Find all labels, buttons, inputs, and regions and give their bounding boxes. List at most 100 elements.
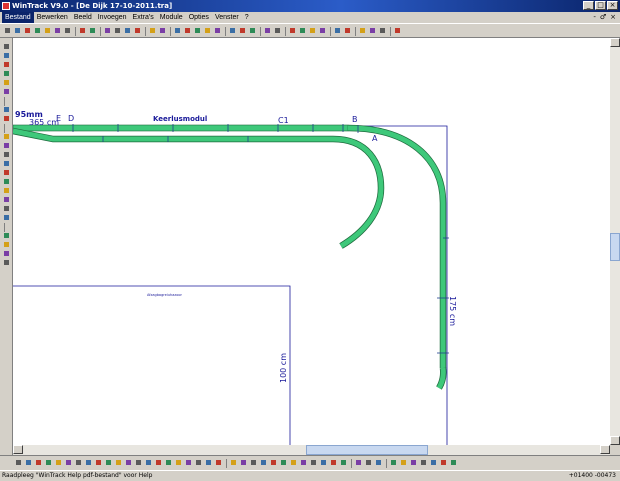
- track-icon[interactable]: [173, 26, 182, 35]
- tree-icon[interactable]: [2, 186, 11, 194]
- doc-restore-button[interactable]: ♂: [600, 12, 606, 23]
- symbol-icon[interactable]: [2, 159, 11, 167]
- module-icon[interactable]: [343, 26, 352, 35]
- menu-extra-s[interactable]: Extra's: [130, 12, 157, 23]
- layer-icon[interactable]: [299, 458, 308, 467]
- tree-icon[interactable]: [2, 195, 11, 203]
- doc-minimize-button[interactable]: -: [593, 12, 596, 23]
- module-icon[interactable]: [333, 26, 342, 35]
- menu-help[interactable]: ?: [242, 12, 252, 23]
- print-icon[interactable]: [33, 26, 42, 35]
- help-icon[interactable]: [393, 26, 402, 35]
- paste-icon[interactable]: [63, 26, 72, 35]
- house-icon[interactable]: [2, 168, 11, 176]
- grid-icon[interactable]: [124, 458, 133, 467]
- print-preview-icon[interactable]: [43, 26, 52, 35]
- pen-icon[interactable]: [248, 26, 257, 35]
- track-plan[interactable]: 95mm 365 cm E D Keerlusmodul C1 B A 175 …: [13, 38, 610, 445]
- switch-icon[interactable]: [2, 78, 11, 86]
- color-icon[interactable]: [64, 458, 73, 467]
- mirror-icon[interactable]: [213, 26, 222, 35]
- layer-icon[interactable]: [339, 458, 348, 467]
- color-icon[interactable]: [84, 458, 93, 467]
- text-icon[interactable]: [2, 150, 11, 158]
- color-icon[interactable]: [114, 458, 123, 467]
- color-icon[interactable]: [34, 458, 43, 467]
- warning-icon[interactable]: [2, 87, 11, 95]
- grid-icon[interactable]: [144, 458, 153, 467]
- zoom-in-icon[interactable]: [103, 26, 112, 35]
- layer-icon[interactable]: [279, 458, 288, 467]
- layer-icon[interactable]: [259, 458, 268, 467]
- tool-icon[interactable]: [389, 458, 398, 467]
- open-icon[interactable]: [13, 26, 22, 35]
- tool-icon[interactable]: [399, 458, 408, 467]
- minimize-button[interactable]: _: [583, 1, 594, 10]
- layer-icon[interactable]: [249, 458, 258, 467]
- layer-icon[interactable]: [309, 458, 318, 467]
- layer-icon[interactable]: [229, 458, 238, 467]
- redo-icon[interactable]: [158, 26, 167, 35]
- layer-icon[interactable]: [269, 458, 278, 467]
- zoom-fit-icon[interactable]: [123, 26, 132, 35]
- horizontal-scrollbar[interactable]: [13, 445, 610, 455]
- track-curve-outer[interactable]: [347, 124, 447, 368]
- color-icon[interactable]: [54, 458, 63, 467]
- grid-icon[interactable]: [214, 458, 223, 467]
- tool-icon[interactable]: [354, 458, 363, 467]
- arrow-icon[interactable]: [24, 458, 33, 467]
- grid-icon[interactable]: [134, 458, 143, 467]
- rect-icon[interactable]: [2, 114, 11, 122]
- grid-icon[interactable]: [88, 26, 97, 35]
- tool-icon[interactable]: [449, 458, 458, 467]
- grid-icon[interactable]: [154, 458, 163, 467]
- ladder-icon[interactable]: [2, 240, 11, 248]
- color-icon[interactable]: [74, 458, 83, 467]
- vertical-scrollbar[interactable]: [610, 38, 620, 445]
- menu-venster[interactable]: Venster: [212, 12, 242, 23]
- track-segment[interactable]: [13, 124, 349, 132]
- color-icon[interactable]: [94, 458, 103, 467]
- undo-icon[interactable]: [148, 26, 157, 35]
- color-icon[interactable]: [2, 213, 11, 221]
- tool-icon[interactable]: [419, 458, 428, 467]
- menu-beeld[interactable]: Beeld: [71, 12, 95, 23]
- menu-module[interactable]: Module: [157, 12, 186, 23]
- curve-icon[interactable]: [2, 51, 11, 59]
- switch-icon[interactable]: [2, 69, 11, 77]
- menu-bestand[interactable]: Bestand: [2, 12, 34, 23]
- module-icon[interactable]: [288, 26, 297, 35]
- flag-icon[interactable]: [2, 249, 11, 257]
- color-icon[interactable]: [44, 458, 53, 467]
- switch-icon[interactable]: [2, 60, 11, 68]
- ladder-icon[interactable]: [2, 231, 11, 239]
- vertical-scroll-thumb[interactable]: [610, 233, 620, 261]
- signal-icon[interactable]: [2, 141, 11, 149]
- layer-icon[interactable]: [329, 458, 338, 467]
- line-icon[interactable]: [238, 26, 247, 35]
- doc-close-button[interactable]: ×: [610, 12, 616, 23]
- new-icon[interactable]: [3, 26, 12, 35]
- scroll-up-button[interactable]: [610, 38, 620, 47]
- lock-icon[interactable]: [183, 26, 192, 35]
- module-icon[interactable]: [358, 26, 367, 35]
- save-icon[interactable]: [23, 26, 32, 35]
- align-icon[interactable]: [273, 26, 282, 35]
- tool-icon[interactable]: [429, 458, 438, 467]
- grid-icon[interactable]: [204, 458, 213, 467]
- curve-icon[interactable]: [2, 42, 11, 50]
- close-button[interactable]: ×: [607, 1, 618, 10]
- color-icon[interactable]: [2, 204, 11, 212]
- grid-icon[interactable]: [164, 458, 173, 467]
- track-curve-inner[interactable]: [332, 136, 384, 249]
- layer-icon[interactable]: [78, 26, 87, 35]
- tool-icon[interactable]: [374, 458, 383, 467]
- grid-icon[interactable]: [194, 458, 203, 467]
- module-icon[interactable]: [298, 26, 307, 35]
- grid-icon[interactable]: [174, 458, 183, 467]
- copy-icon[interactable]: [53, 26, 62, 35]
- track-segment[interactable]: [13, 128, 333, 142]
- layer-icon[interactable]: [319, 458, 328, 467]
- signal-icon[interactable]: [2, 132, 11, 140]
- cut-icon[interactable]: [193, 26, 202, 35]
